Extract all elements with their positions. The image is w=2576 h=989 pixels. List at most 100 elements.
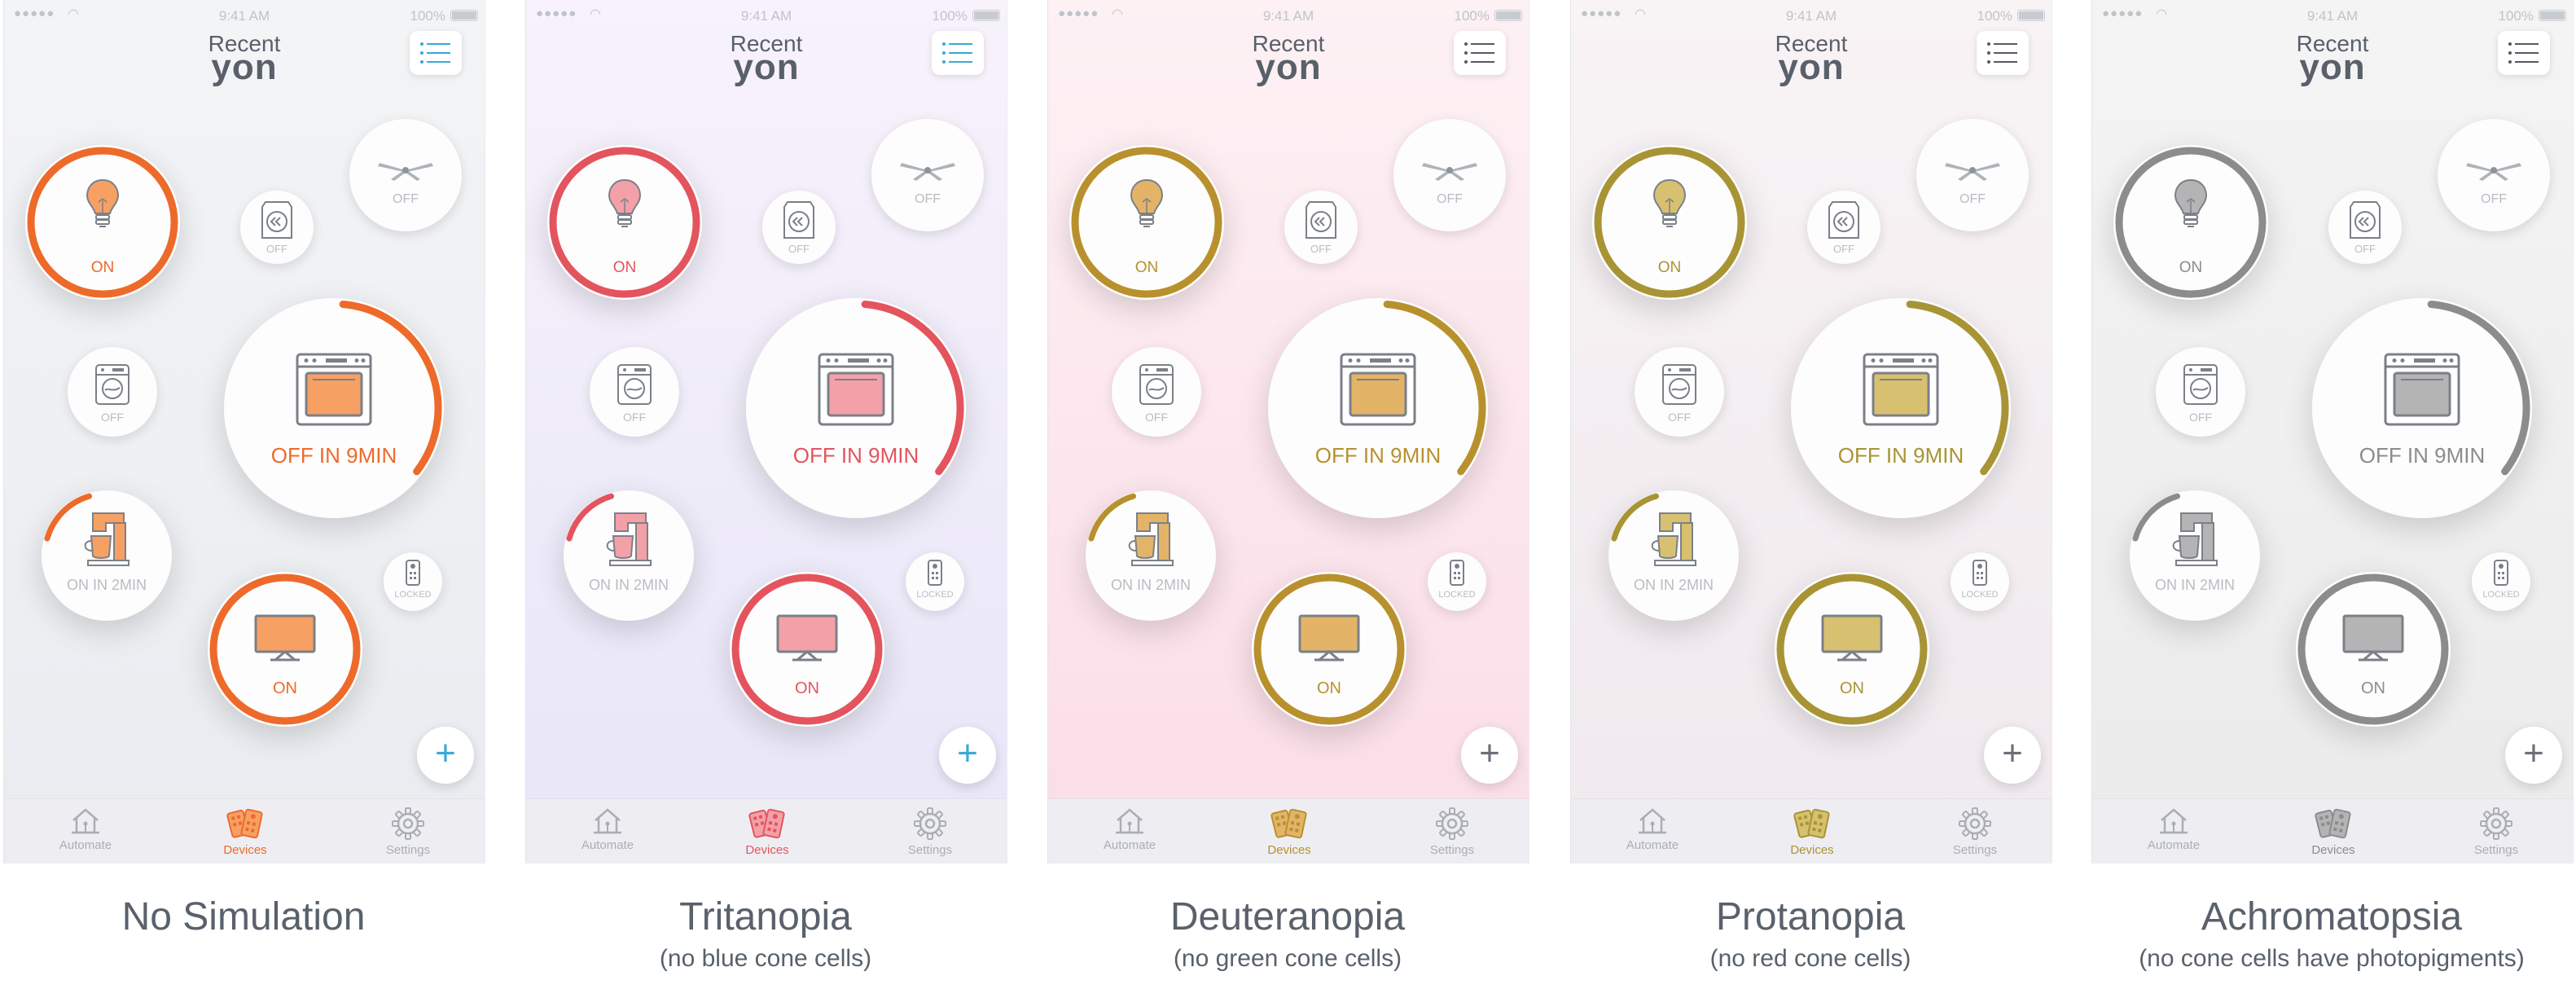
- oven-tile[interactable]: OFF IN 9MIN: [1791, 298, 2011, 518]
- fan-tile[interactable]: OFF: [2438, 119, 2550, 231]
- home-icon: [1081, 807, 1178, 835]
- fan-tile[interactable]: OFF: [1393, 119, 1506, 231]
- status-bar: ●●●●● ◠ 9:41 AM 100%: [526, 7, 1007, 24]
- lamp-tile[interactable]: ON: [1069, 145, 1224, 300]
- tv-tile[interactable]: ON: [730, 572, 884, 727]
- coffee-maker-tile[interactable]: ON IN 2MIN: [564, 490, 694, 621]
- oven-tile[interactable]: OFF IN 9MIN: [224, 298, 444, 518]
- tab-settings[interactable]: Settings: [1926, 799, 2024, 857]
- add-device-button[interactable]: +: [2505, 727, 2562, 784]
- washer-tile[interactable]: OFF: [68, 347, 157, 437]
- washer-small-tile[interactable]: OFF: [2328, 191, 2402, 264]
- lamp-tile[interactable]: ON: [2113, 145, 2268, 300]
- tv-tile[interactable]: ON: [1775, 572, 1929, 727]
- menu-button[interactable]: [932, 31, 984, 75]
- washer-small-icon: [2349, 200, 2381, 244]
- oven-icon: [2383, 352, 2461, 431]
- oven-tile[interactable]: OFF IN 9MIN: [1268, 298, 1488, 518]
- remote-tile[interactable]: LOCKED: [384, 552, 442, 611]
- remote-tile[interactable]: LOCKED: [2472, 552, 2530, 611]
- coffee-maker-tile[interactable]: ON IN 2MIN: [1086, 490, 1216, 621]
- lamp-icon: [2172, 178, 2210, 234]
- tab-devices[interactable]: Devices: [1240, 799, 1338, 857]
- devices-icon: [2284, 807, 2382, 840]
- add-device-button[interactable]: +: [417, 727, 474, 784]
- device-status-label: ON: [90, 259, 115, 276]
- device-status-label: LOCKED: [2482, 590, 2520, 600]
- lamp-tile[interactable]: ON: [547, 145, 702, 300]
- add-device-button[interactable]: +: [1984, 727, 2041, 784]
- home-icon: [37, 807, 134, 835]
- coffee-maker-tile[interactable]: ON IN 2MIN: [1608, 490, 1739, 621]
- coffee-maker-icon: [1648, 512, 1699, 571]
- remote-icon: [2492, 559, 2510, 591]
- menu-button[interactable]: [410, 31, 462, 75]
- washer-small-tile[interactable]: OFF: [1807, 191, 1880, 264]
- washer-tile[interactable]: OFF: [590, 347, 679, 437]
- menu-button[interactable]: [2498, 31, 2550, 75]
- washer-small-tile[interactable]: OFF: [1284, 191, 1358, 264]
- device-status-label: OFF: [623, 411, 646, 424]
- phone-screen: ●●●●● ◠ 9:41 AM 100% Recent yon ON OFF OFF…: [1047, 0, 1529, 864]
- remote-tile[interactable]: LOCKED: [906, 552, 964, 611]
- washer-tile[interactable]: OFF: [1635, 347, 1724, 437]
- tab-automate[interactable]: Automate: [37, 799, 134, 852]
- tab-automate[interactable]: Automate: [2125, 799, 2223, 852]
- tab-settings[interactable]: Settings: [1403, 799, 1501, 857]
- washer-small-tile[interactable]: OFF: [762, 191, 836, 264]
- add-device-button[interactable]: +: [1461, 727, 1518, 784]
- fan-icon: [898, 158, 957, 187]
- devices-icon: [1240, 807, 1338, 840]
- tab-automate[interactable]: Automate: [1081, 799, 1178, 852]
- tv-tile[interactable]: ON: [2296, 572, 2451, 727]
- battery-icon: [2017, 10, 2045, 21]
- washer-tile[interactable]: OFF: [1112, 347, 1201, 437]
- phone-screen: ●●●●● ◠ 9:41 AM 100% Recent yon ON OFF OFF…: [3, 0, 485, 864]
- oven-tile[interactable]: OFF IN 9MIN: [2312, 298, 2532, 518]
- battery-percent: 100%: [410, 8, 445, 24]
- fan-tile[interactable]: OFF: [871, 119, 984, 231]
- device-status-label: OFF: [1145, 411, 1168, 424]
- coffee-maker-tile[interactable]: ON IN 2MIN: [2130, 490, 2260, 621]
- coffee-maker-tile[interactable]: ON IN 2MIN: [42, 490, 172, 621]
- menu-button[interactable]: [1454, 31, 1506, 75]
- tab-settings[interactable]: Settings: [881, 799, 979, 857]
- menu-button[interactable]: [1977, 31, 2029, 75]
- washer-small-tile[interactable]: OFF: [240, 191, 314, 264]
- tab-devices[interactable]: Devices: [196, 799, 294, 857]
- tab-devices[interactable]: Devices: [718, 799, 816, 857]
- add-device-button[interactable]: +: [939, 727, 996, 784]
- tab-devices[interactable]: Devices: [1763, 799, 1861, 857]
- lamp-tile[interactable]: ON: [1592, 145, 1747, 300]
- device-status-label: ON: [2179, 259, 2203, 276]
- tv-tile[interactable]: ON: [208, 572, 362, 727]
- battery-percent: 100%: [932, 8, 968, 24]
- washer-icon: [617, 363, 652, 410]
- tab-devices[interactable]: Devices: [2284, 799, 2382, 857]
- tab-label: Settings: [907, 843, 953, 857]
- remote-icon: [404, 559, 422, 591]
- washer-tile[interactable]: OFF: [2156, 347, 2245, 437]
- tab-label: Devices: [223, 843, 267, 857]
- tab-automate[interactable]: Automate: [1604, 799, 1701, 852]
- remote-tile[interactable]: LOCKED: [1951, 552, 2009, 611]
- remote-icon: [926, 559, 944, 591]
- fan-tile[interactable]: OFF: [1916, 119, 2029, 231]
- fan-tile[interactable]: OFF: [349, 119, 462, 231]
- remote-tile[interactable]: LOCKED: [1428, 552, 1486, 611]
- tv-icon: [1821, 614, 1883, 666]
- tab-settings[interactable]: Settings: [359, 799, 457, 857]
- device-status-label: OFF: [1437, 192, 1463, 206]
- tv-tile[interactable]: ON: [1252, 572, 1406, 727]
- device-status-label: OFF: [266, 243, 287, 255]
- tab-automate[interactable]: Automate: [559, 799, 656, 852]
- status-bar: ●●●●● ◠ 9:41 AM 100%: [1048, 7, 1529, 24]
- tab-settings[interactable]: Settings: [2447, 799, 2545, 857]
- oven-tile[interactable]: OFF IN 9MIN: [746, 298, 966, 518]
- device-status-label: OFF: [1959, 192, 1986, 206]
- lamp-tile[interactable]: ON: [25, 145, 180, 300]
- coffee-maker-icon: [603, 512, 654, 571]
- device-status-label: OFF: [788, 243, 810, 255]
- lamp-icon: [1651, 178, 1688, 234]
- oven-icon: [1862, 352, 1940, 431]
